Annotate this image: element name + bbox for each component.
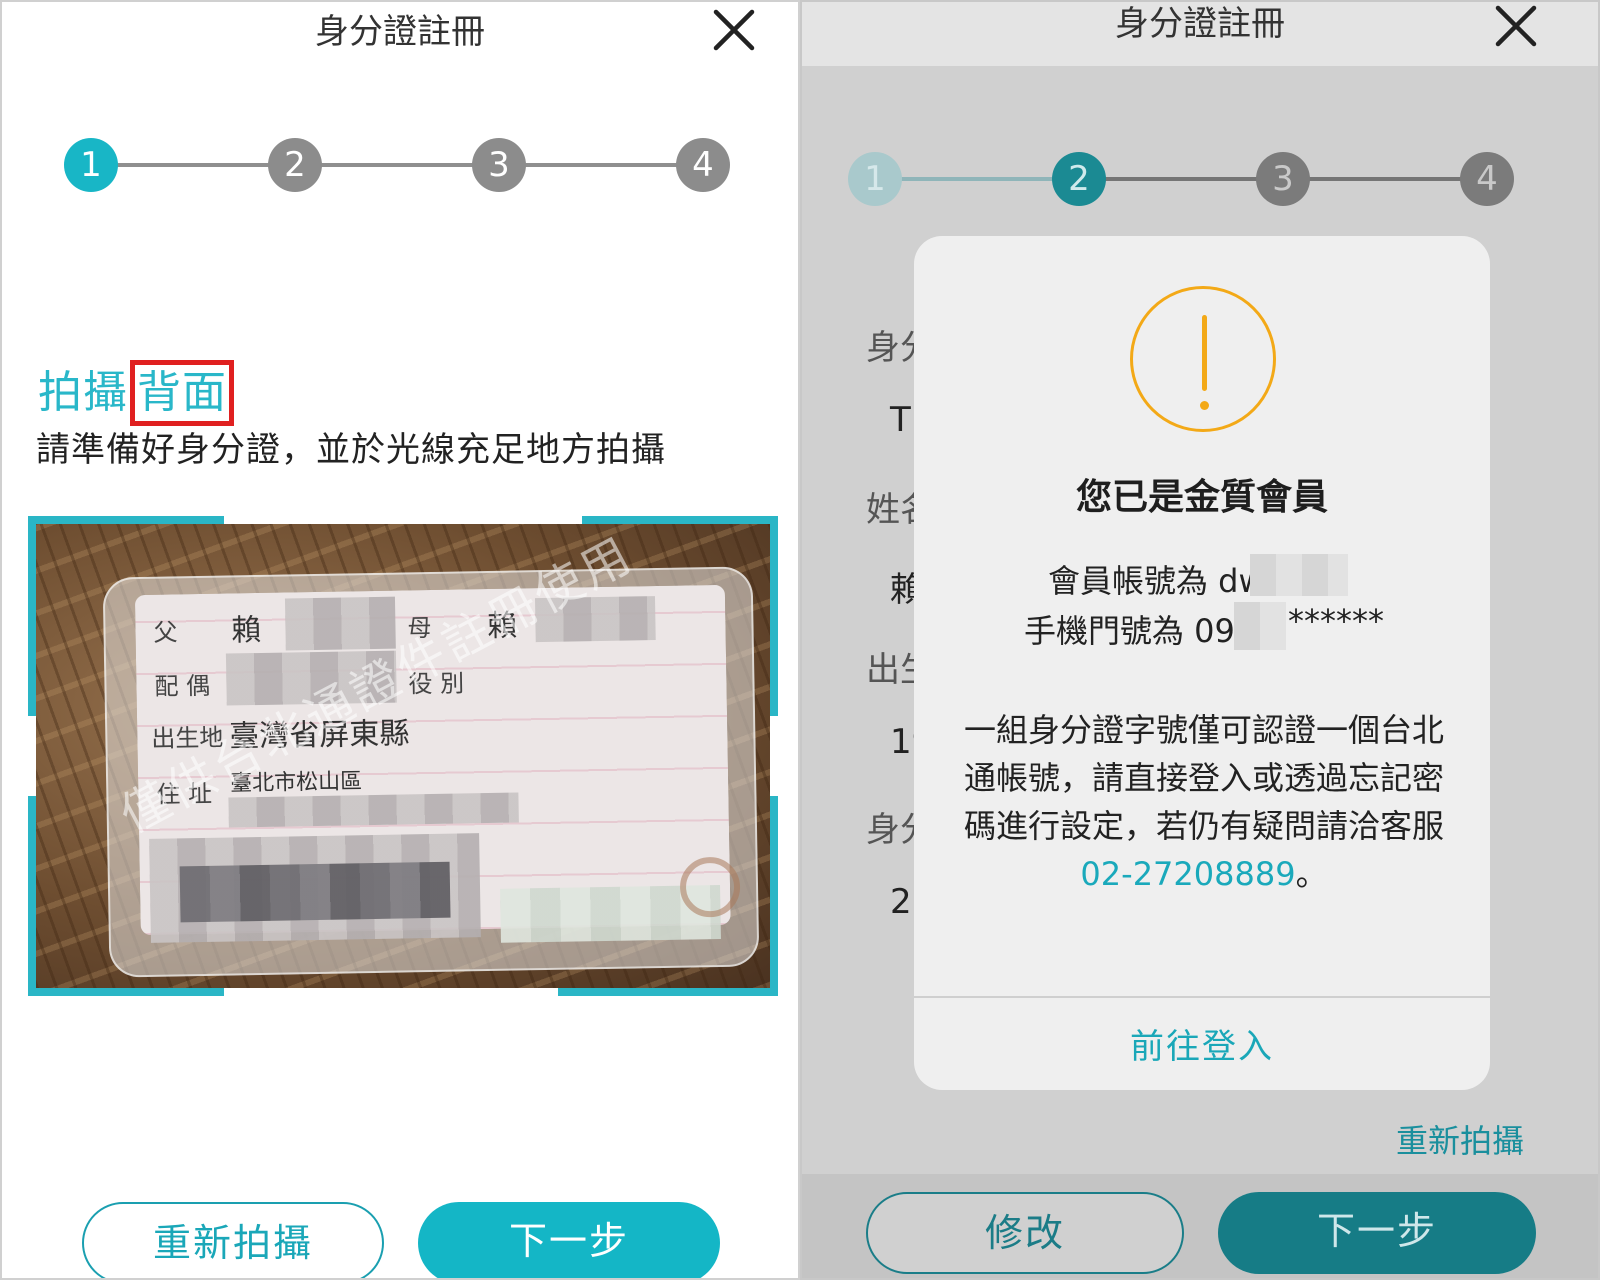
bg-field-value: 2 bbox=[890, 882, 912, 922]
dialog-divider bbox=[914, 996, 1490, 998]
step-connector bbox=[114, 163, 270, 167]
step-2: 2 bbox=[1052, 152, 1106, 206]
step-connector bbox=[522, 163, 678, 167]
close-button[interactable] bbox=[1492, 2, 1540, 50]
step-3: 3 bbox=[1256, 152, 1310, 206]
step-4: 4 bbox=[676, 138, 730, 192]
service-phone-link[interactable]: 02-27208889 bbox=[1080, 855, 1295, 893]
progress-stepper: 1 2 3 4 bbox=[802, 152, 1598, 206]
dialog-body-end: 。 bbox=[1295, 855, 1328, 893]
step-connector bbox=[1306, 177, 1484, 181]
next-step-button[interactable]: 下一步 bbox=[1218, 1192, 1536, 1274]
heading-prefix: 拍攝 bbox=[38, 367, 128, 418]
frame-corner bbox=[582, 516, 778, 716]
go-login-button[interactable]: 前往登入 bbox=[914, 1004, 1490, 1090]
camera-frame: 父 賴 母 賴 配 偶 役 別 出生地 臺灣省屏東縣 住 址 臺北市松山區 僅供… bbox=[28, 516, 778, 996]
retake-button[interactable]: 重新拍攝 bbox=[82, 1202, 384, 1278]
close-icon bbox=[713, 9, 755, 51]
redacted-field bbox=[228, 792, 519, 828]
card-value-father: 賴 bbox=[231, 612, 262, 649]
phone-mask: ****** bbox=[1288, 602, 1384, 640]
phone-line: 手機門號為 09 bbox=[1024, 612, 1235, 650]
step-connector bbox=[898, 177, 1076, 181]
redacted-phone bbox=[1234, 602, 1286, 650]
capture-screen: 身分證註冊 1 2 3 4 拍攝背面 請準備好身分證，並於光線充足地方拍攝 父 bbox=[0, 0, 800, 1280]
bg-field-value: T bbox=[890, 400, 911, 440]
page-title: 身分證註冊 bbox=[315, 12, 485, 52]
heading-highlight: 背面 bbox=[130, 360, 234, 426]
warning-icon bbox=[1130, 286, 1276, 432]
frame-corner bbox=[28, 796, 224, 996]
step-connector bbox=[1102, 177, 1280, 181]
edit-button[interactable]: 修改 bbox=[866, 1192, 1184, 1274]
redacted-account bbox=[1250, 554, 1348, 596]
confirm-screen: 身分證註冊 1 2 3 4 身分 T 姓名 賴 出生 19 身分 2 重新拍攝 … bbox=[800, 0, 1600, 1280]
step-1: 1 bbox=[848, 152, 902, 206]
retake-link[interactable]: 重新拍攝 bbox=[1396, 1116, 1524, 1162]
step-2: 2 bbox=[268, 138, 322, 192]
account-line: 會員帳號為 dw bbox=[1048, 562, 1265, 600]
dialog-body-text: 一組身分證字號僅可認證一個台北通帳號，請直接登入或透過忘記密碼進行設定，若仍有疑… bbox=[963, 711, 1444, 845]
progress-stepper: 1 2 3 4 bbox=[2, 138, 798, 192]
frame-corner bbox=[558, 796, 778, 996]
page-title: 身分證註冊 bbox=[1115, 4, 1285, 44]
next-step-button[interactable]: 下一步 bbox=[418, 1202, 720, 1278]
step-3: 3 bbox=[472, 138, 526, 192]
step-4: 4 bbox=[1460, 152, 1514, 206]
dialog-title: 您已是金質會員 bbox=[1075, 477, 1328, 518]
step-1: 1 bbox=[64, 138, 118, 192]
step-connector bbox=[318, 163, 474, 167]
close-icon bbox=[1495, 5, 1537, 47]
frame-corner bbox=[28, 516, 224, 716]
capture-heading: 拍攝 背面 bbox=[38, 356, 234, 426]
close-button[interactable] bbox=[710, 6, 758, 54]
member-alert-dialog: 您已是金質會員 會員帳號為 dw 手機門號為 09 ****** 一組身分證字號… bbox=[914, 236, 1490, 1090]
dialog-body: 一組身分證字號僅可認證一個台北通帳號，請直接登入或透過忘記密碼進行設定，若仍有疑… bbox=[958, 706, 1450, 898]
capture-hint: 請準備好身分證，並於光線充足地方拍攝 bbox=[36, 430, 666, 470]
